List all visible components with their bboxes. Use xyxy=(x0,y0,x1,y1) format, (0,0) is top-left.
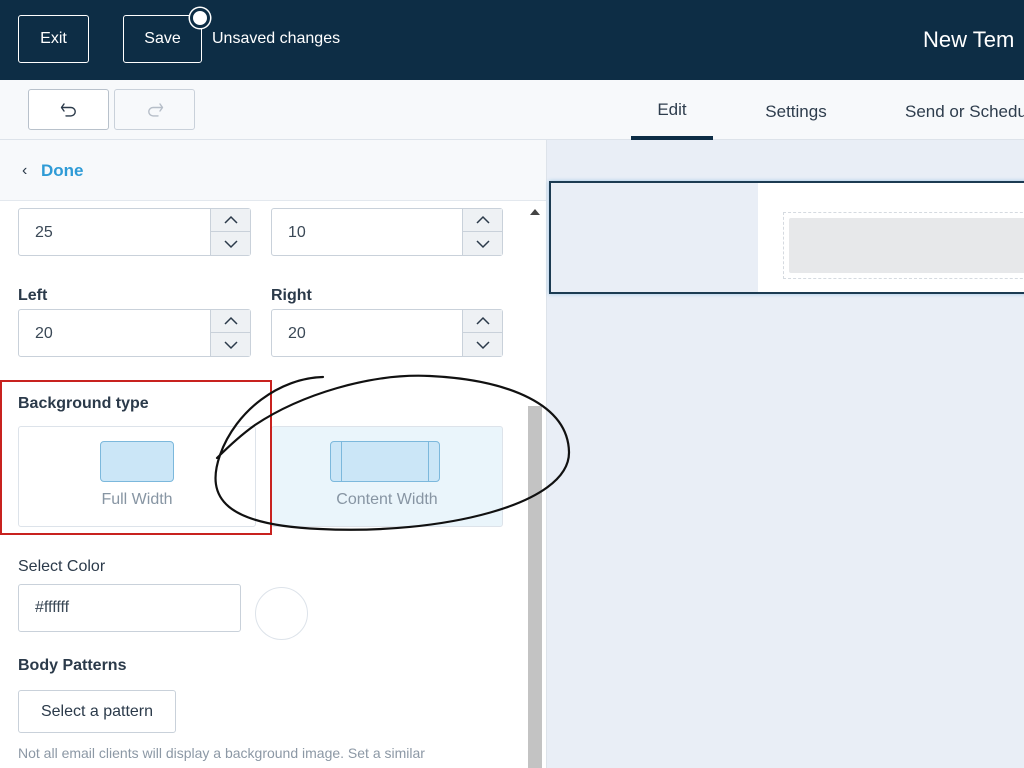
top-header: Exit Save Unsaved changes New Tem xyxy=(0,0,1024,80)
stepper-arrows xyxy=(210,209,250,255)
padding-right-stepper[interactable]: 20 xyxy=(271,309,503,357)
preview-content-area xyxy=(758,183,1024,292)
padding-bottom-value[interactable]: 10 xyxy=(288,224,306,242)
chevron-up-icon xyxy=(223,215,238,224)
decrement-button[interactable] xyxy=(463,333,502,356)
undo-icon xyxy=(60,102,76,117)
background-image-note: Not all email clients will display a bac… xyxy=(18,745,425,761)
decrement-button[interactable] xyxy=(211,232,250,255)
panel-scrollbar[interactable] xyxy=(527,201,543,768)
decrement-button[interactable] xyxy=(463,232,502,255)
decrement-button[interactable] xyxy=(211,333,250,356)
padding-top-value[interactable]: 25 xyxy=(35,224,53,242)
stepper-arrows xyxy=(210,310,250,356)
padding-right-value[interactable]: 20 xyxy=(288,325,306,343)
chevron-up-icon xyxy=(475,215,490,224)
padding-bottom-stepper[interactable]: 10 xyxy=(271,208,503,256)
increment-button[interactable] xyxy=(463,209,502,232)
tab-settings[interactable]: Settings xyxy=(738,80,854,140)
content-width-label: Content Width xyxy=(336,491,438,508)
redo-icon xyxy=(147,102,163,117)
done-link[interactable]: Done xyxy=(41,161,84,181)
chevron-up-icon xyxy=(223,316,238,325)
full-width-label: Full Width xyxy=(101,491,173,508)
increment-button[interactable] xyxy=(463,310,502,333)
document-title[interactable]: New Tem xyxy=(923,27,1014,53)
unsaved-changes-label: Unsaved changes xyxy=(212,30,341,47)
full-width-preview-icon xyxy=(100,441,174,482)
tab-send-or-schedule[interactable]: Send or Schedu xyxy=(880,80,1024,140)
select-color-label: Select Color xyxy=(18,558,106,575)
exit-button[interactable]: Exit xyxy=(18,15,89,63)
full-width-option[interactable]: Full Width xyxy=(18,426,256,527)
chevron-down-icon xyxy=(223,239,238,248)
padding-left-value[interactable]: 20 xyxy=(35,325,53,343)
tab-edit[interactable]: Edit xyxy=(631,80,713,140)
padding-top-stepper[interactable]: 25 xyxy=(18,208,251,256)
scrollbar-thumb[interactable] xyxy=(528,406,542,768)
content-width-option[interactable]: Content Width xyxy=(271,426,503,527)
email-preview-block[interactable] xyxy=(549,181,1024,294)
chevron-down-icon xyxy=(475,239,490,248)
chevron-left-icon[interactable]: ‹ xyxy=(22,162,27,180)
redo-button[interactable] xyxy=(114,89,195,130)
left-padding-label: Left xyxy=(18,287,48,304)
scroll-up-arrow-icon[interactable] xyxy=(530,209,540,215)
editor-toolbar: Edit Settings Send or Schedu xyxy=(0,80,1024,140)
undo-button[interactable] xyxy=(28,89,109,130)
background-type-label: Background type xyxy=(18,395,149,412)
color-hex-input[interactable]: #ffffff xyxy=(18,584,241,632)
padding-left-stepper[interactable]: 20 xyxy=(18,309,251,357)
increment-button[interactable] xyxy=(211,310,250,333)
chevron-up-icon xyxy=(475,316,490,325)
increment-button[interactable] xyxy=(211,209,250,232)
unsaved-indicator-dot xyxy=(190,8,210,28)
body-patterns-label: Body Patterns xyxy=(18,657,127,674)
preview-gray-block xyxy=(789,218,1024,273)
select-pattern-button[interactable]: Select a pattern xyxy=(18,690,176,733)
stepper-arrows xyxy=(462,209,502,255)
done-bar: ‹ Done xyxy=(0,140,546,201)
preview-placeholder[interactable] xyxy=(783,212,1024,279)
color-picker-swatch[interactable] xyxy=(255,587,308,640)
chevron-down-icon xyxy=(223,340,238,349)
stepper-arrows xyxy=(462,310,502,356)
content-width-preview-icon xyxy=(330,441,440,482)
color-hex-value[interactable]: #ffffff xyxy=(35,599,69,617)
right-padding-label: Right xyxy=(271,287,312,304)
chevron-down-icon xyxy=(475,340,490,349)
